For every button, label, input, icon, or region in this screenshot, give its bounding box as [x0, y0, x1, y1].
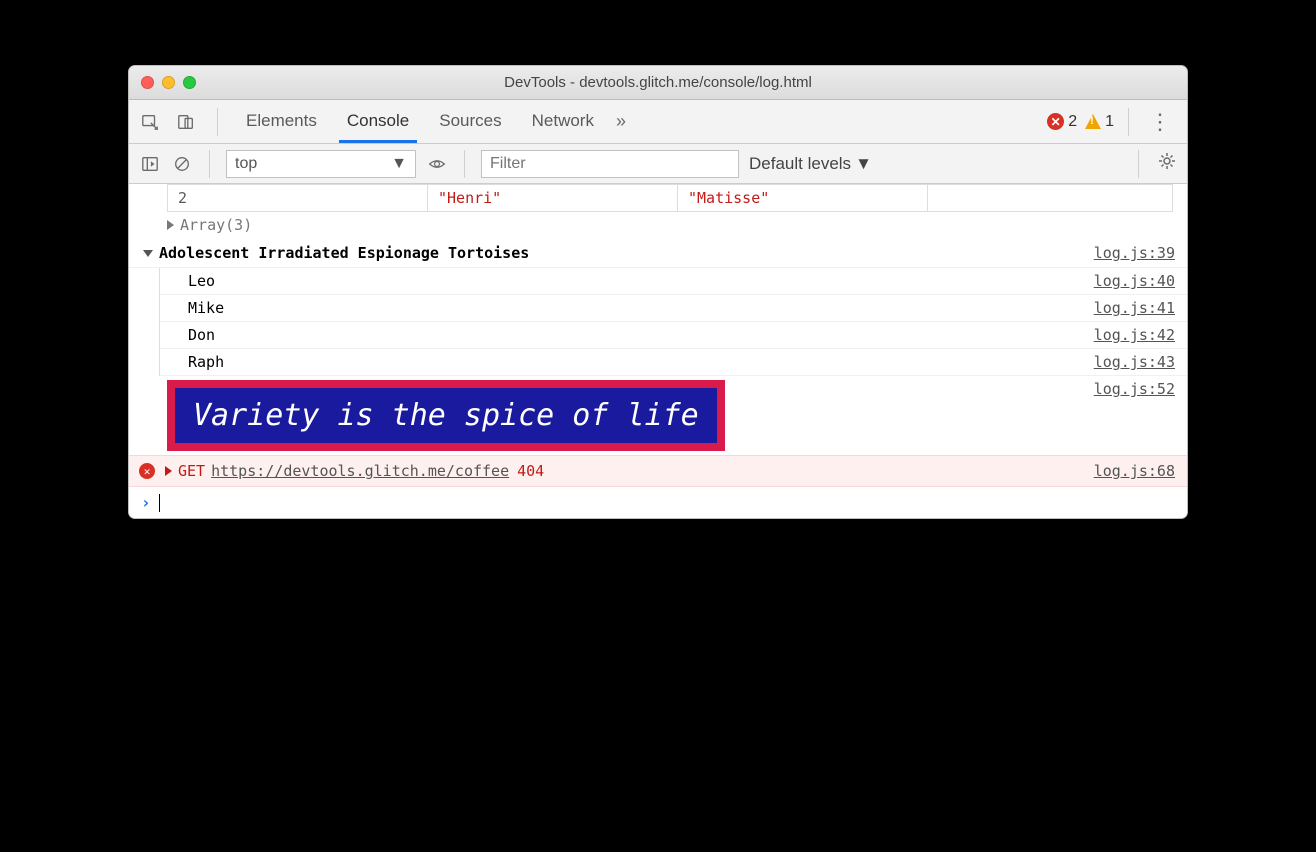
table-cell-index[interactable]: 2: [168, 185, 428, 212]
device-toolbar-icon[interactable]: [175, 111, 197, 133]
tab-console[interactable]: Console: [339, 101, 417, 143]
window-title: DevTools - devtools.glitch.me/console/lo…: [129, 74, 1187, 91]
levels-label: Default levels: [749, 154, 851, 174]
console-group-header-row: Adolescent Irradiated Espionage Tortoise…: [129, 240, 1187, 268]
console-styled-row: Variety is the spice of life log.js:52: [129, 376, 1187, 455]
log-text: Leo: [160, 272, 215, 290]
separator: [217, 108, 218, 136]
chevron-down-icon: ▼: [855, 154, 872, 174]
titlebar[interactable]: DevTools - devtools.glitch.me/console/lo…: [129, 66, 1187, 100]
context-value: top: [235, 155, 257, 173]
console-table[interactable]: 2 "Henri" "Matisse": [167, 184, 1173, 212]
traffic-lights: [141, 76, 196, 89]
source-link[interactable]: log.js:41: [1082, 299, 1175, 317]
log-text: Raph: [160, 353, 224, 371]
separator: [1128, 108, 1129, 136]
disclosure-triangle-icon[interactable]: [165, 466, 172, 476]
disclosure-triangle-down-icon: [143, 250, 153, 257]
console-log-row: Mike log.js:41: [159, 295, 1187, 322]
array-label: Array(3): [180, 216, 252, 234]
error-url[interactable]: https://devtools.glitch.me/coffee: [211, 462, 509, 480]
console-log-row: Raph log.js:43: [159, 349, 1187, 376]
warning-count: 1: [1105, 113, 1114, 131]
devtools-window: DevTools - devtools.glitch.me/console/lo…: [128, 65, 1188, 519]
tab-elements[interactable]: Elements: [238, 101, 325, 143]
error-count-badge[interactable]: ✕ 2: [1047, 113, 1077, 131]
maximize-window-button[interactable]: [183, 76, 196, 89]
error-count: 2: [1068, 113, 1077, 131]
error-x-icon: ✕: [139, 463, 155, 479]
log-text: Mike: [160, 299, 224, 317]
clear-console-icon[interactable]: [171, 153, 193, 175]
source-link[interactable]: log.js:40: [1082, 272, 1175, 290]
toggle-sidebar-icon[interactable]: [139, 153, 161, 175]
minimize-window-button[interactable]: [162, 76, 175, 89]
tab-network[interactable]: Network: [524, 101, 602, 143]
prompt-caret-icon: ›: [141, 493, 151, 512]
log-levels-select[interactable]: Default levels ▼: [749, 154, 872, 174]
warning-icon: [1085, 114, 1101, 129]
error-icon: ✕: [1047, 113, 1064, 130]
source-link[interactable]: log.js:43: [1082, 353, 1175, 371]
source-link[interactable]: log.js:52: [1082, 380, 1175, 451]
disclosure-triangle-icon: [167, 220, 174, 230]
separator: [1138, 150, 1139, 178]
more-options-icon[interactable]: ⋮: [1143, 109, 1177, 135]
console-toolbar: top ▼ Default levels ▼: [129, 144, 1187, 184]
styled-log-text: Variety is the spice of life: [167, 380, 725, 451]
log-text: Don: [160, 326, 215, 344]
tab-sources[interactable]: Sources: [431, 101, 509, 143]
table-cell-lastname[interactable]: "Matisse": [688, 189, 769, 207]
table-cell-firstname[interactable]: "Henri": [438, 189, 501, 207]
table-row-fragment: 2 "Henri" "Matisse": [129, 184, 1187, 212]
console-prompt[interactable]: ›: [129, 487, 1187, 518]
console-error-row: ✕ GET https://devtools.glitch.me/coffee …: [129, 455, 1187, 487]
tabbar: Elements Console Sources Network » ✕ 2 1…: [129, 100, 1187, 144]
filter-input[interactable]: [481, 150, 739, 178]
execution-context-select[interactable]: top ▼: [226, 150, 416, 178]
http-method: GET: [178, 462, 205, 480]
console-output: 2 "Henri" "Matisse" Array(3) Adolescent …: [129, 184, 1187, 518]
close-window-button[interactable]: [141, 76, 154, 89]
console-log-row: Don log.js:42: [159, 322, 1187, 349]
warning-count-badge[interactable]: 1: [1085, 113, 1114, 131]
console-settings-icon[interactable]: [1157, 151, 1177, 177]
live-expressions-icon[interactable]: [426, 153, 448, 175]
separator: [209, 150, 210, 178]
separator: [464, 150, 465, 178]
tabs-overflow-icon[interactable]: »: [616, 111, 626, 132]
source-link[interactable]: log.js:68: [1082, 462, 1175, 480]
table-cell-empty[interactable]: [928, 185, 1173, 212]
http-status-code: 404: [517, 462, 544, 480]
chevron-down-icon: ▼: [391, 155, 407, 173]
inspect-element-icon[interactable]: [139, 111, 161, 133]
source-link[interactable]: log.js:42: [1082, 326, 1175, 344]
group-title: Adolescent Irradiated Espionage Tortoise…: [159, 244, 529, 262]
console-log-row: Leo log.js:40: [159, 268, 1187, 295]
source-link[interactable]: log.js:39: [1082, 244, 1175, 262]
array-disclosure[interactable]: Array(3): [167, 212, 1187, 240]
group-toggle[interactable]: Adolescent Irradiated Espionage Tortoise…: [129, 244, 529, 262]
text-cursor: [159, 494, 160, 512]
